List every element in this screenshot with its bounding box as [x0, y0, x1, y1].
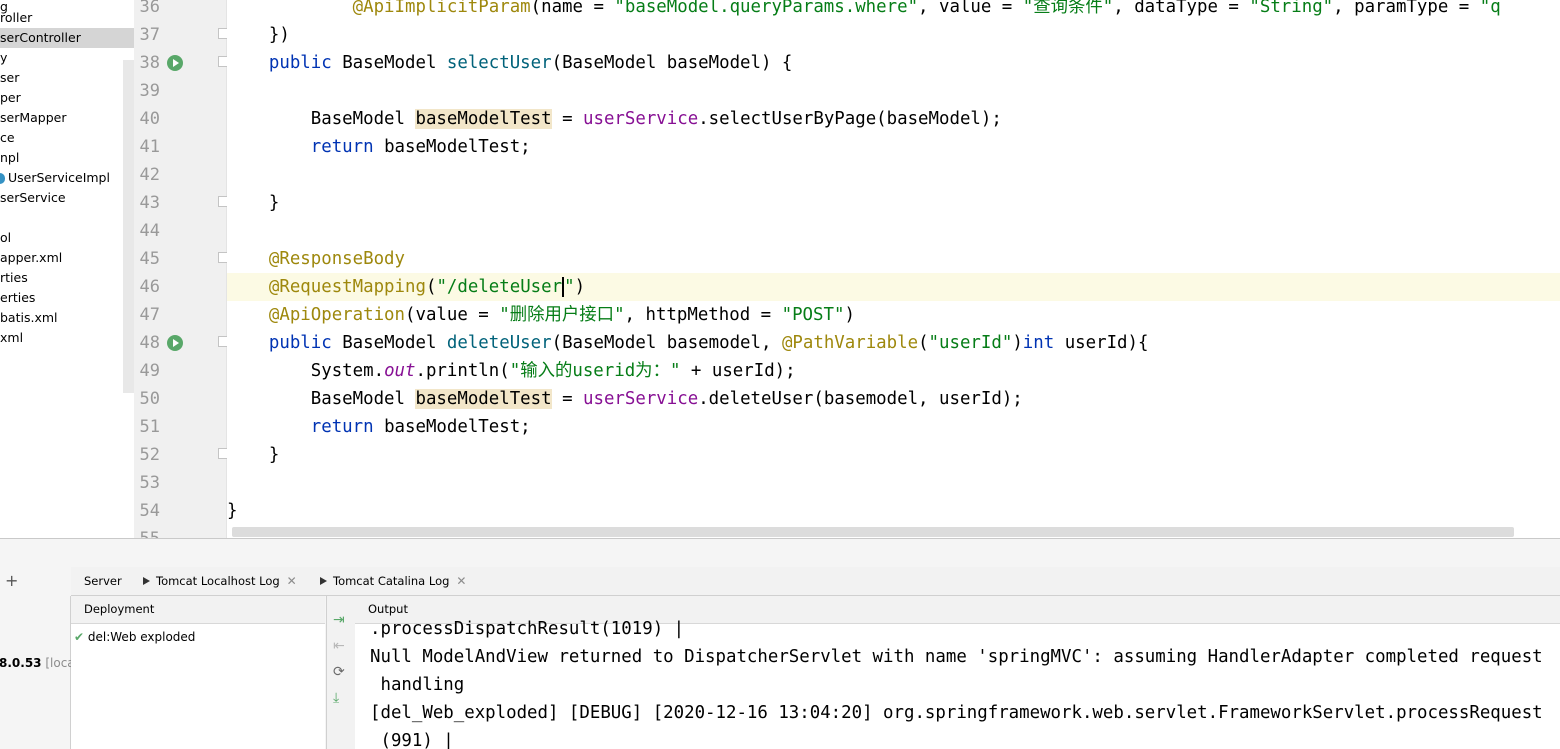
code-line-52: }	[268, 445, 280, 465]
services-panel: + Server Tomcat Localhost Log ✕ Tomcat Ca…	[0, 538, 1560, 749]
line-number: 52	[139, 445, 160, 465]
deployment-header: Deployment	[71, 596, 325, 624]
tree-item-class[interactable]: UserServiceImpl	[0, 168, 110, 188]
run-gutter-icon[interactable]	[167, 335, 183, 351]
output-line: .processDispatchResult(1019) |	[370, 619, 685, 639]
line-number: 40	[139, 109, 160, 129]
deployment-actions: ⇥ ⇤ ⟳ ⤓	[326, 596, 356, 749]
line-number: 39	[139, 81, 160, 101]
line-number: 51	[139, 417, 160, 437]
tree-item[interactable]: serService	[0, 188, 66, 208]
line-number: 44	[139, 221, 160, 241]
code-line-47: @ApiOperation(value = "删除用户接口", httpMeth…	[268, 305, 855, 325]
tree-item[interactable]: ce	[0, 128, 15, 148]
code-line-43: }	[268, 193, 280, 213]
code-line-49: System.out.println("输入的userid为：" + userI…	[310, 361, 796, 381]
output-line: Null ModelAndView returned to Dispatcher…	[370, 647, 1543, 667]
tree-scrollbar[interactable]	[123, 60, 134, 393]
run-gutter-icon[interactable]	[167, 55, 183, 71]
tree-item[interactable]: rties	[0, 268, 28, 288]
code-line-37: })	[268, 25, 290, 45]
tree-item[interactable]: ser	[0, 68, 19, 88]
tree-item[interactable]: ol	[0, 228, 11, 248]
text-caret: "/deleteUser	[436, 277, 565, 297]
line-number: 54	[139, 501, 160, 521]
line-number: 42	[139, 165, 160, 185]
code-editor[interactable]: @ApiImplicitParam(name = "baseModel.quer…	[227, 0, 1560, 538]
tree-item[interactable]: serMapper	[0, 108, 67, 128]
services-tree: 8.0.53 [local]	[0, 596, 83, 749]
line-number: 45	[139, 249, 160, 269]
tree-item[interactable]: per	[0, 88, 21, 108]
code-line-45: @ResponseBody	[268, 249, 406, 269]
close-icon[interactable]: ✕	[287, 574, 297, 588]
line-number: 41	[139, 137, 160, 157]
line-number: 49	[139, 361, 160, 381]
tab-tomcat-catalina-log[interactable]: Tomcat Catalina Log ✕	[320, 567, 466, 595]
console-icon	[143, 576, 150, 585]
output-line: [del_Web_exploded] [DEBUG] [2020-12-16 1…	[370, 703, 1543, 723]
close-icon[interactable]: ✕	[456, 574, 466, 588]
tree-item[interactable]: npl	[0, 148, 19, 168]
line-number: 50	[139, 389, 160, 409]
check-icon: ✔	[74, 630, 85, 644]
code-line-41: return baseModelTest;	[310, 137, 531, 157]
deploy-all-icon[interactable]: ⤓	[333, 690, 339, 706]
code-line-46-current: @RequestMapping("/deleteUser ")	[227, 273, 1560, 301]
undeploy-icon[interactable]: ⇤	[333, 638, 345, 654]
console-icon	[320, 576, 327, 585]
code-line-54: }	[227, 501, 238, 521]
deployment-item[interactable]: ✔ del:Web exploded	[74, 628, 195, 646]
line-number: 38	[139, 53, 160, 73]
class-icon	[0, 173, 5, 184]
line-number: 48	[139, 333, 160, 353]
output-line: handling	[370, 675, 465, 695]
tree-item[interactable]: xml	[0, 328, 23, 348]
output-line: (991) |	[370, 731, 454, 749]
editor-horizontal-scrollbar[interactable]	[232, 527, 1514, 537]
tree-item[interactable]: apper.xml	[0, 248, 62, 268]
line-number: 47	[139, 305, 160, 325]
line-number: 43	[139, 193, 160, 213]
deployment-pane: Deployment ✔ del:Web exploded	[71, 596, 325, 749]
tree-item[interactable]: erties	[0, 288, 35, 308]
code-line-50: BaseModel baseModelTest = userService.de…	[310, 389, 1023, 409]
output-pane: Output .processDispatchResult(1019) | Nu…	[355, 596, 1560, 749]
tree-item[interactable]: roller	[0, 8, 32, 28]
line-number: 46	[139, 277, 160, 297]
line-number: 36	[139, 0, 160, 17]
tab-server[interactable]: Server	[84, 567, 122, 595]
deploy-icon[interactable]: ⇥	[333, 612, 345, 628]
refresh-icon[interactable]: ⟳	[333, 664, 345, 680]
tree-item-label: UserServiceImpl	[8, 170, 110, 185]
code-line-40: BaseModel baseModelTest = userService.se…	[310, 109, 1002, 129]
log-tabs: Server Tomcat Localhost Log ✕ Tomcat Cata…	[71, 567, 1560, 596]
code-line-38: public BaseModel selectUser(BaseModel ba…	[268, 53, 793, 73]
tree-item-selected[interactable]: serController	[0, 28, 134, 48]
code-line-48: public BaseModel deleteUser(BaseModel ba…	[268, 333, 1149, 353]
line-number: 37	[139, 25, 160, 45]
project-tree: g roller serController y ser per serMapp…	[0, 0, 134, 538]
code-line-36: @ApiImplicitParam(name = "baseModel.quer…	[352, 0, 1501, 17]
line-number: 53	[139, 473, 160, 493]
tab-tomcat-localhost-log[interactable]: Tomcat Localhost Log ✕	[143, 567, 297, 595]
add-service-button[interactable]: +	[5, 569, 18, 593]
plus-icon: +	[5, 571, 19, 590]
editor-gutter: 36 37 38 39 40 41 42 43 44 45 46 47 48 4…	[134, 0, 229, 549]
code-line-51: return baseModelTest;	[310, 417, 531, 437]
tree-item[interactable]: batis.xml	[0, 308, 58, 328]
tree-item[interactable]: y	[0, 48, 7, 68]
